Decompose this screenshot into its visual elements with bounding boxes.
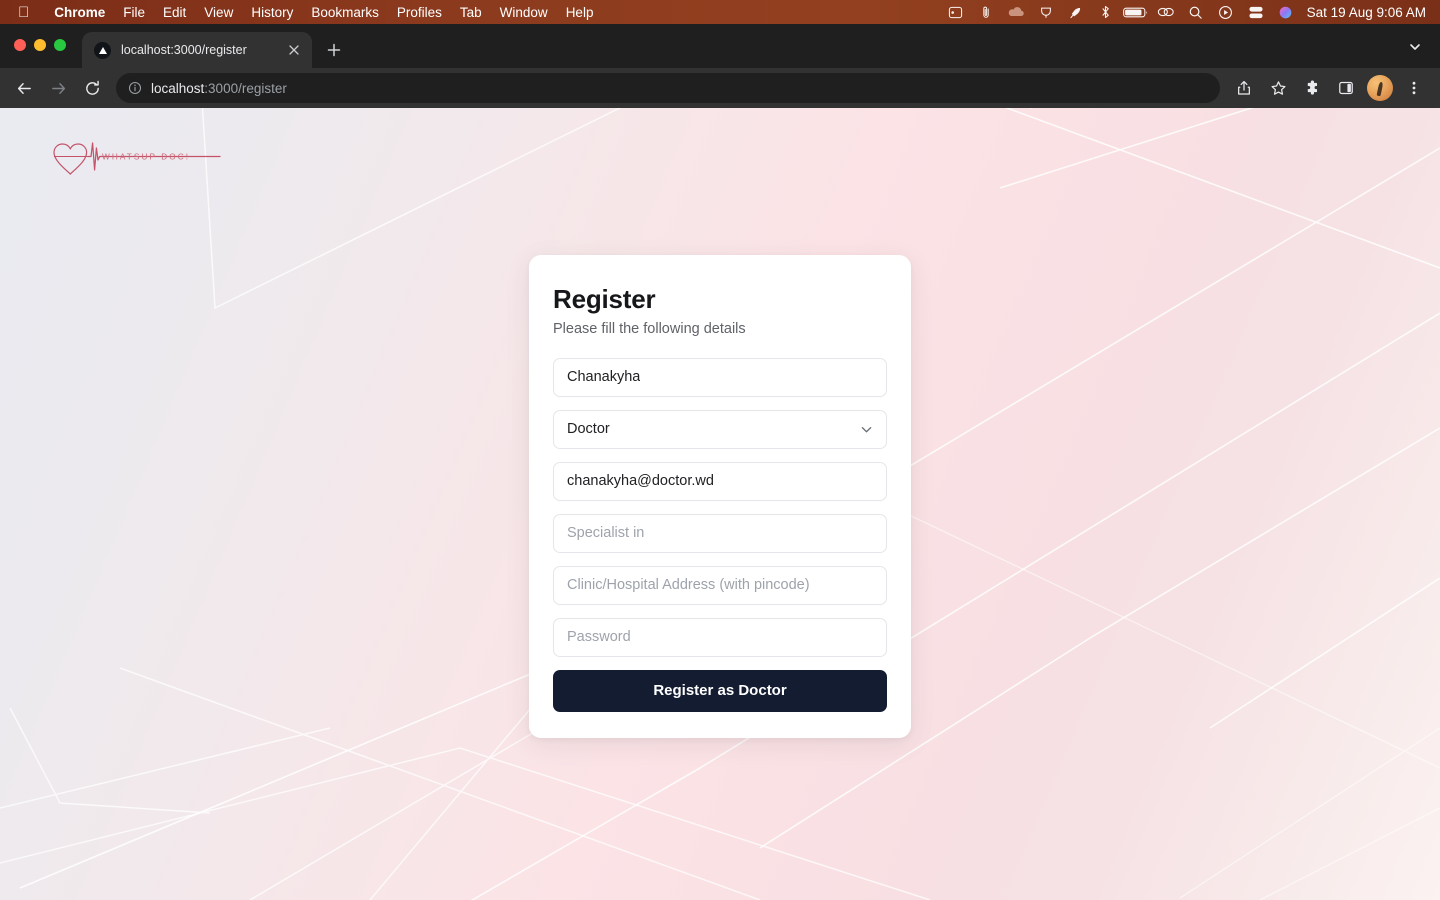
extensions-puzzle-icon[interactable] [1296, 72, 1328, 104]
battery-icon[interactable] [1121, 0, 1151, 24]
bluetooth-icon[interactable] [1091, 0, 1121, 24]
menu-item-tab[interactable]: Tab [451, 3, 491, 22]
menubar-status-icons: Sat 19 Aug 9:06 AM [941, 0, 1430, 24]
tab-strip: localhost:3000/register [0, 24, 1440, 68]
url-path: :3000/register [204, 80, 287, 96]
minimize-window-button[interactable] [34, 39, 46, 51]
page-subtitle: Please fill the following details [553, 320, 746, 337]
menu-item-history[interactable]: History [242, 3, 302, 22]
paperclip-icon[interactable] [971, 0, 1001, 24]
role-select-value: Doctor [567, 421, 610, 438]
page-viewport: WHATSUP DOC! Register Please fill the fo… [0, 108, 1440, 900]
new-tab-button[interactable] [320, 36, 348, 64]
specialist-input[interactable]: Specialist in [553, 513, 887, 553]
tab-search-chevron-down-icon[interactable] [1402, 34, 1428, 60]
role-select[interactable]: Doctor [553, 409, 887, 449]
back-arrow-icon[interactable] [8, 72, 40, 104]
control-center-play-icon[interactable] [1211, 0, 1241, 24]
menu-item-bookmarks[interactable]: Bookmarks [302, 3, 388, 22]
more-kebab-icon[interactable] [1398, 72, 1430, 104]
address-bar-url: localhost:3000/register [151, 81, 287, 96]
menubar-items:  Chrome File Edit View History Bookmark… [14, 3, 602, 22]
menu-item-file[interactable]: File [114, 3, 154, 22]
logo-text: WHATSUP DOC! [102, 153, 190, 162]
specialist-input-placeholder: Specialist in [567, 525, 645, 542]
close-window-button[interactable] [14, 39, 26, 51]
tab-title: localhost:3000/register [121, 43, 247, 57]
shield-drop-icon[interactable] [1031, 0, 1061, 24]
macos-menubar:  Chrome File Edit View History Bookmark… [0, 0, 1440, 24]
browser-tab[interactable]: localhost:3000/register [82, 32, 312, 68]
menubar-clock[interactable]: Sat 19 Aug 9:06 AM [1301, 5, 1430, 20]
menu-item-chrome[interactable]: Chrome [45, 3, 114, 22]
email-input[interactable]: chanakyha@doctor.wd [553, 461, 887, 501]
share-icon[interactable] [1228, 72, 1260, 104]
name-input[interactable]: Chanakyha [553, 357, 887, 397]
window-controls [14, 24, 66, 68]
password-input-placeholder: Password [567, 629, 631, 646]
stacked-disks-icon[interactable] [1241, 0, 1271, 24]
link-rings-icon[interactable] [1151, 0, 1181, 24]
toolbar-actions [1228, 72, 1430, 104]
url-host: localhost [151, 80, 205, 96]
email-input-value: chanakyha@doctor.wd [567, 473, 714, 490]
search-icon[interactable] [1181, 0, 1211, 24]
cloud-icon[interactable] [1001, 0, 1031, 24]
site-logo[interactable]: WHATSUP DOC! [44, 134, 234, 186]
maximize-window-button[interactable] [54, 39, 66, 51]
side-panel-icon[interactable] [1330, 72, 1362, 104]
register-submit-button[interactable]: Register as Doctor [553, 669, 887, 712]
reload-icon[interactable] [76, 72, 108, 104]
menu-item-help[interactable]: Help [557, 3, 603, 22]
address-input-placeholder: Clinic/Hospital Address (with pincode) [567, 577, 810, 594]
rocket-icon[interactable] [1061, 0, 1091, 24]
siri-icon[interactable] [1271, 0, 1301, 24]
menu-item-view[interactable]: View [195, 3, 242, 22]
browser-toolbar: localhost:3000/register [0, 68, 1440, 108]
screen-recording-icon[interactable] [941, 0, 971, 24]
menu-item-edit[interactable]: Edit [154, 3, 195, 22]
page-title: Register [553, 284, 656, 314]
profile-avatar[interactable] [1367, 75, 1393, 101]
address-input[interactable]: Clinic/Hospital Address (with pincode) [553, 565, 887, 605]
tab-close-icon[interactable] [285, 42, 302, 59]
menu-item-window[interactable]: Window [491, 3, 557, 22]
apple-logo-icon[interactable]:  [14, 5, 33, 20]
triangle-favicon-icon [94, 41, 111, 59]
chevron-down-icon [860, 423, 873, 436]
bookmark-star-icon[interactable] [1262, 72, 1294, 104]
info-circle-icon[interactable] [128, 81, 142, 95]
register-card: Register Please fill the following detai… [529, 255, 911, 738]
menu-item-profiles[interactable]: Profiles [388, 3, 451, 22]
password-input[interactable]: Password [553, 617, 887, 657]
address-bar[interactable]: localhost:3000/register [116, 73, 1220, 103]
name-input-value: Chanakyha [567, 369, 641, 386]
forward-arrow-icon[interactable] [42, 72, 74, 104]
chrome-browser-window: localhost:3000/register localhost:3000/r [0, 24, 1440, 900]
